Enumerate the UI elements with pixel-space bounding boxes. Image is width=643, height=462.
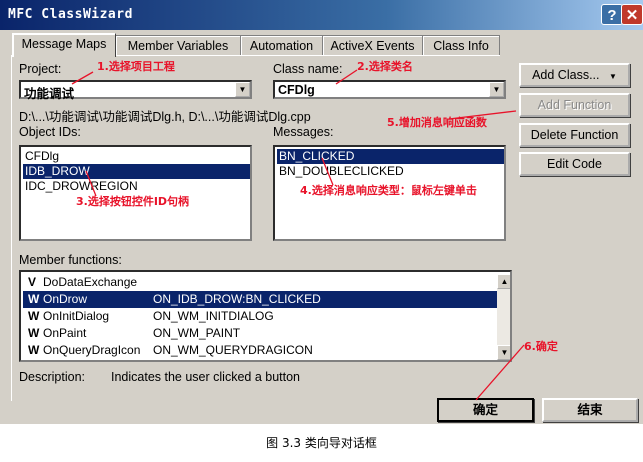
row-name: OnInitDialog [43, 309, 110, 323]
member-functions-list[interactable]: V DoDataExchange W OnDrow ON_IDB_DROW:BN… [19, 270, 512, 362]
table-row[interactable]: V DoDataExchange [23, 274, 497, 291]
list-item[interactable]: CFDlg [23, 149, 250, 164]
chevron-down-icon[interactable]: ▼ [489, 82, 504, 97]
scroll-down-icon[interactable]: ▼ [497, 345, 510, 360]
help-button[interactable]: ? [601, 4, 623, 25]
figure-caption: 图 3.3 类向导对话框 [266, 436, 377, 450]
vertical-scrollbar[interactable]: ▲ ▼ [497, 274, 510, 360]
chevron-down-icon[interactable]: ▼ [235, 82, 250, 97]
annotation-add-function: 5.增加消息响应函数 [387, 116, 487, 129]
row-kind: W [28, 326, 40, 340]
project-combo[interactable]: 功能调试 ▼ [19, 80, 252, 101]
annotation-select-message-type: 4.选择消息响应类型：鼠标左键单击 [300, 184, 477, 197]
tab-automation[interactable]: Automation [240, 35, 323, 56]
add-function-button[interactable]: Add Function [519, 93, 630, 117]
tab-activex-events[interactable]: ActiveX Events [322, 35, 423, 56]
annotation-select-control-id: 3.选择按钮控件ID句柄 [76, 195, 190, 208]
tab-message-maps[interactable]: Message Maps [12, 33, 116, 57]
file-path: D:\...\功能调试\功能调试Dlg.h, D:\...\功能调试Dlg.cp… [19, 110, 311, 124]
annotation-select-class: 2.选择类名 [357, 60, 413, 73]
row-name: OnDrow [43, 292, 88, 306]
class-name-label: Class name: [273, 62, 343, 76]
annotation-ok: 6.确定 [524, 340, 558, 353]
annotation-select-project: 1.选择项目工程 [97, 60, 175, 73]
window-title: MFC ClassWizard [8, 7, 133, 22]
ok-button[interactable]: 确定 [437, 398, 534, 422]
row-kind: W [28, 343, 40, 357]
chevron-down-icon: ▼ [608, 72, 617, 81]
class-name-value: CFDlg [278, 83, 315, 97]
row-handler: ON_IDB_DROW:BN_CLICKED [153, 292, 321, 306]
class-name-combo[interactable]: CFDlg ▼ [273, 80, 506, 99]
table-row[interactable]: W OnPaint ON_WM_PAINT [23, 325, 497, 342]
row-handler: ON_WM_PAINT [153, 326, 241, 340]
delete-function-button[interactable]: Delete Function [519, 123, 630, 147]
table-row-selected[interactable]: W OnDrow ON_IDB_DROW:BN_CLICKED [23, 291, 497, 308]
description-label: Description: [19, 370, 85, 384]
project-label: Project: [19, 62, 62, 76]
list-item[interactable]: IDC_DROWREGION [23, 179, 250, 194]
cancel-button[interactable]: 结束 [542, 398, 638, 422]
list-item-selected[interactable]: IDB_DROW [23, 164, 250, 179]
table-row[interactable]: W OnQueryDragIcon ON_WM_QUERYDRAGICON [23, 342, 497, 359]
title-bar: MFC ClassWizard ? ✕ [0, 0, 643, 30]
row-handler: ON_WM_INITDIALOG [153, 309, 274, 323]
project-value: 功能调试 [24, 87, 75, 101]
add-class-label: Add Class... [532, 68, 600, 82]
row-kind: W [28, 292, 40, 306]
row-name: OnQueryDragIcon [43, 343, 141, 357]
list-item[interactable]: BN_DOUBLECLICKED [277, 164, 504, 179]
row-handler: ON_WM_QUERYDRAGICON [153, 343, 313, 357]
list-item-selected[interactable]: BN_CLICKED [277, 149, 504, 164]
tab-member-variables[interactable]: Member Variables [115, 35, 241, 56]
close-button[interactable]: ✕ [621, 4, 643, 25]
row-kind: V [28, 275, 37, 289]
description-text: Indicates the user clicked a button [111, 370, 301, 384]
add-class-button[interactable]: Add Class... ▼ [519, 63, 630, 87]
messages-label: Messages: [273, 125, 334, 139]
tab-class-info[interactable]: Class Info [422, 35, 500, 56]
classwizard-window: MFC ClassWizard ? ✕ Message Maps Member … [0, 0, 643, 424]
table-row[interactable]: W OnInitDialog ON_WM_INITDIALOG [23, 308, 497, 325]
row-name: OnPaint [43, 326, 87, 340]
object-ids-label: Object IDs: [19, 125, 81, 139]
scroll-up-icon[interactable]: ▲ [497, 274, 510, 289]
member-functions-label: Member functions: [19, 253, 122, 267]
row-name: DoDataExchange [43, 275, 138, 289]
row-kind: W [28, 309, 40, 323]
edit-code-button[interactable]: Edit Code [519, 152, 630, 176]
